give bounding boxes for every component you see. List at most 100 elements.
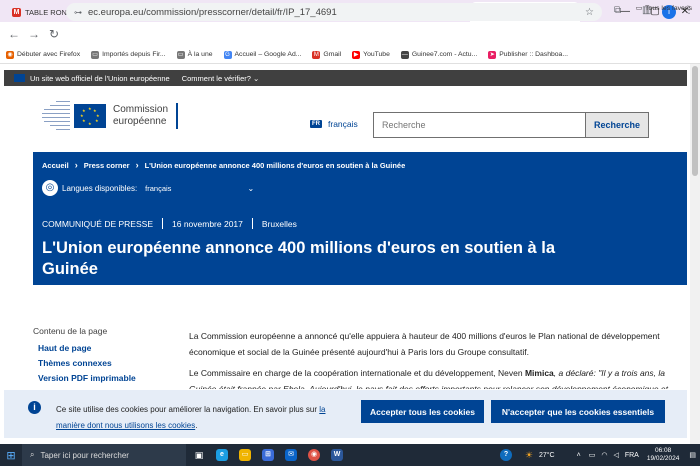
windows-start-icon[interactable]: ⊞ xyxy=(0,449,22,462)
breadcrumb-press-corner[interactable]: Press corner xyxy=(84,161,130,170)
site-info-icon[interactable]: ⊶ xyxy=(74,8,82,17)
article-date: 16 novembre 2017 xyxy=(172,218,243,229)
gmail-icon: M xyxy=(12,7,21,17)
bookmark-star-icon[interactable]: ☆ xyxy=(585,7,594,18)
scrollbar-thumb[interactable] xyxy=(692,66,698,176)
lang-label: français xyxy=(328,119,358,129)
wifi-icon[interactable]: ◠ xyxy=(601,451,607,459)
eu-flag-icon xyxy=(14,74,25,82)
article-meta: COMMUNIQUÉ DE PRESSE 16 novembre 2017 Br… xyxy=(42,218,297,229)
bookmark-item[interactable]: ▭ Importés depuis Fir... xyxy=(91,50,166,59)
back-icon[interactable]: ← xyxy=(4,27,24,41)
language-selector[interactable]: FR français xyxy=(310,119,358,129)
cookie-banner: i Ce site utilise des cookies pour améli… xyxy=(4,390,687,438)
system-tray: ? ☀ 27°C ˄ ▭ ◠ ◁ FRA 06:08 19/02/2024 ▤ xyxy=(493,444,700,466)
verify-link[interactable]: Comment le vérifier? ⌄ xyxy=(182,74,260,83)
bookmark-label: Guinee7.com - Actu... xyxy=(411,51,478,58)
breadcrumb-current: L'Union européenne annonce 400 millions … xyxy=(144,160,406,170)
bookmark-icon: ▭ xyxy=(176,50,185,59)
reload-icon[interactable]: ↻ xyxy=(44,27,64,41)
languages-value: français xyxy=(145,183,172,193)
search-button[interactable]: Recherche xyxy=(586,112,649,138)
toc-item-top[interactable]: Haut de page xyxy=(38,343,153,353)
bookmark-label: Gmail xyxy=(323,51,342,58)
toc-item-pdf[interactable]: Version PDF imprimable xyxy=(38,373,153,383)
forward-icon[interactable]: → xyxy=(24,27,44,41)
toc-item-topics[interactable]: Thèmes connexes xyxy=(38,358,153,368)
article-paragraph: Le Commissaire en charge de la coopérati… xyxy=(189,368,669,389)
accept-cookies-button[interactable]: Accepter tous les cookies xyxy=(361,400,484,423)
eu-official-text: Un site web officiel de l'Union européen… xyxy=(30,73,170,83)
page-title: L'Union européenne annonce 400 millions … xyxy=(42,239,556,278)
reject-cookies-button[interactable]: N'accepter que les cookies essentiels xyxy=(491,400,665,423)
network-icon[interactable]: ▭ xyxy=(589,451,596,459)
edge-icon[interactable]: e xyxy=(212,444,232,466)
search-icon: ⌕ xyxy=(30,450,35,459)
bookmark-label: Débuter avec Firefox xyxy=(17,51,81,58)
extensions-icon[interactable]: ⧉ xyxy=(614,5,621,16)
eu-official-bar: Un site web officiel de l'Union européen… xyxy=(4,70,687,86)
clock[interactable]: 06:08 19/02/2024 xyxy=(647,447,680,463)
bookmark-label: Publisher :: Dashboa... xyxy=(499,51,568,58)
url-bar[interactable]: ⊶ ec.europa.eu/commission/presscorner/de… xyxy=(66,3,602,21)
bookmark-item[interactable]: ➤ Publisher :: Dashboa... xyxy=(488,50,568,59)
tray-chevron-icon[interactable]: ˄ xyxy=(577,452,581,459)
bookmark-item[interactable]: ◉ Débuter avec Firefox xyxy=(6,50,81,59)
weather-icon[interactable]: ☀ xyxy=(519,444,539,466)
article-place: Bruxelles xyxy=(261,218,297,229)
input-lang[interactable]: FRA xyxy=(625,452,639,459)
bookmark-icon: G xyxy=(223,50,232,59)
notifications-icon[interactable]: ▤ xyxy=(689,451,696,459)
bookmark-label: Importés depuis Fir... xyxy=(102,51,166,58)
bookmark-label: YouTube xyxy=(363,51,390,58)
bookmark-item[interactable]: ▶ YouTube xyxy=(352,50,390,59)
bookmarks-bar: ◉ Débuter avec Firefox ▭ Importés depuis Fi… xyxy=(0,46,700,64)
help-icon[interactable]: ? xyxy=(496,444,516,466)
toc-title: Contenu de la page xyxy=(33,326,108,336)
bookmark-item[interactable]: M Gmail xyxy=(312,50,342,59)
commission-logo[interactable]: ★ ★ ★ ★ ★ ★ ★ ★ Commission européenne xyxy=(42,97,179,135)
bookmark-icon: ▭ xyxy=(91,50,100,59)
languages-label: Langues disponibles: xyxy=(62,183,138,193)
lang-code-badge: FR xyxy=(310,120,322,128)
store-icon[interactable]: ⊞ xyxy=(258,444,278,466)
breadcrumb: Accueil › Press corner › L'Union europée… xyxy=(42,160,406,170)
search-input[interactable] xyxy=(373,112,586,138)
bookmark-icon: ◉ xyxy=(6,50,14,59)
task-view-icon[interactable]: ▣ xyxy=(189,444,209,466)
word-icon[interactable]: W xyxy=(327,444,347,466)
logo-text: Commission européenne xyxy=(113,104,169,127)
bookmark-label: À la une xyxy=(187,51,213,58)
bookmark-item[interactable]: ▭ À la une xyxy=(176,50,213,59)
globe-icon: ◎ xyxy=(42,180,58,196)
article-type: COMMUNIQUÉ DE PRESSE xyxy=(42,218,153,229)
mail-icon[interactable]: ✉ xyxy=(281,444,301,466)
taskbar-search[interactable]: ⌕ Taper ici pour rechercher xyxy=(22,444,186,466)
page-contents: Contenu de la page Haut de page Thèmes c… xyxy=(33,326,153,388)
temperature: 27°C xyxy=(538,451,555,459)
folder-icon: ▭ xyxy=(635,5,643,12)
bookmark-icon: ➤ xyxy=(488,50,497,59)
taskbar: ⊞ ⌕ Taper ici pour rechercher ▣ e ▭ ⊞ ✉ … xyxy=(0,444,700,466)
breadcrumb-home[interactable]: Accueil xyxy=(42,161,69,170)
bookmark-icon: — xyxy=(400,50,409,59)
url-text: ec.europa.eu/commission/presscorner/deta… xyxy=(88,6,337,18)
bookmark-icon: M xyxy=(312,50,321,59)
eu-stars-icon: ★ ★ ★ ★ ★ ★ ★ ★ xyxy=(74,104,106,128)
chevron-down-icon[interactable]: ⌄ xyxy=(247,184,254,193)
chrome-icon[interactable]: ◉ xyxy=(304,444,324,466)
page-scrollbar[interactable] xyxy=(690,64,700,444)
logo-lines-icon xyxy=(42,97,70,135)
logo-divider xyxy=(176,103,179,129)
volume-icon[interactable]: ◁ xyxy=(613,451,618,459)
bookmark-icon: ▶ xyxy=(352,50,361,59)
bookmark-item[interactable]: — Guinee7.com - Actu... xyxy=(400,50,478,59)
available-languages[interactable]: ◎ Langues disponibles: français ⌄ xyxy=(42,180,254,196)
page-banner: Accueil › Press corner › L'Union europée… xyxy=(33,152,687,285)
bookmark-label: Accueil – Google Ad... xyxy=(234,51,302,58)
bookmark-item[interactable]: G Accueil – Google Ad... xyxy=(223,50,302,59)
all-bookmarks[interactable]: ▭ Tous les favoris xyxy=(635,4,692,13)
address-bar-row: ← → ↻ xyxy=(0,22,700,46)
explorer-icon[interactable]: ▭ xyxy=(235,444,255,466)
info-icon: i xyxy=(28,401,41,414)
